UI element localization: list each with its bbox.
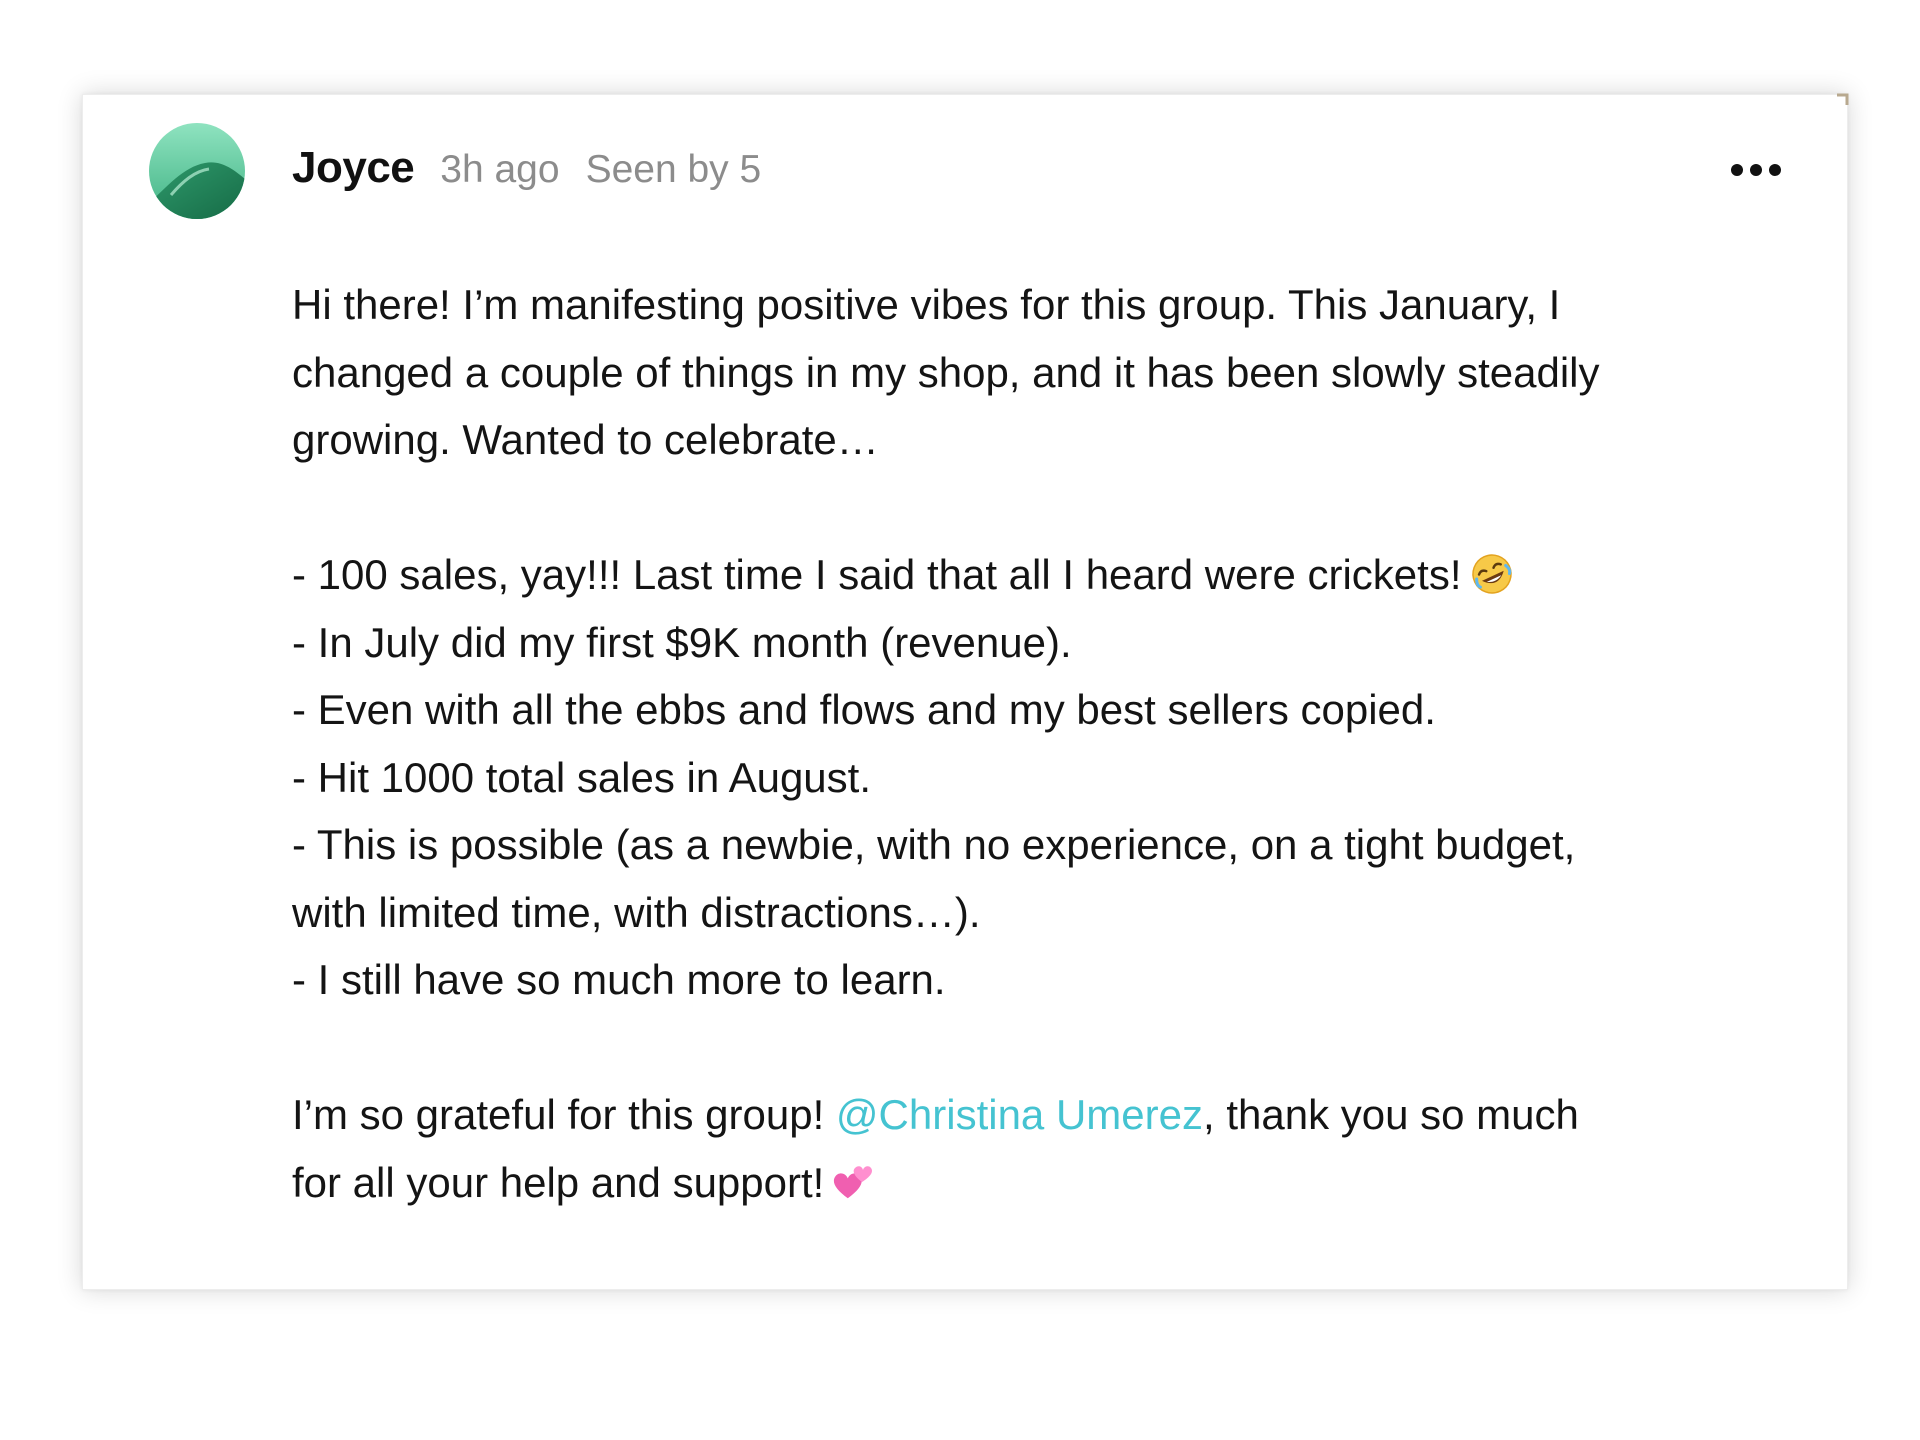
post-body: Hi there! I’m manifesting positive vibes… [292, 271, 1812, 1216]
more-options-button[interactable] [1729, 155, 1783, 185]
avatar[interactable] [149, 123, 245, 219]
two-hearts-emoji-icon [834, 1165, 873, 1198]
rolling-on-floor-laughing-emoji-icon [1471, 554, 1512, 594]
list-item: - 100 sales, yay!!! Last time I said tha… [292, 541, 1812, 609]
closing-line: for all your help and support! [292, 1149, 1812, 1217]
list-item: - Hit 1000 total sales in August. [292, 753, 871, 801]
closing-line: I’m so grateful for this group! @Christi… [292, 1081, 1812, 1149]
seen-by-count[interactable]: Seen by 5 [586, 148, 762, 192]
resize-handle-icon[interactable] [1827, 93, 1849, 115]
list-item: - Even with all the ebbs and flows and m… [292, 686, 1436, 733]
list-item-text: - 100 sales, yay!!! Last time I said tha… [292, 551, 1462, 598]
list-item: - I still have so much more to learn. [292, 956, 946, 1003]
closing-text: I’m so grateful for this group! [292, 1091, 836, 1138]
post-text-line: changed a couple of things in my shop, a… [292, 348, 1600, 396]
post-header: Joyce 3h ago Seen by 5 [292, 143, 761, 201]
author-name[interactable]: Joyce [292, 143, 415, 193]
post-text-line: Hi there! I’m manifesting positive vibes… [292, 281, 1561, 328]
post-timestamp: 3h ago [440, 148, 560, 191]
user-mention-link[interactable]: @Christina Umerez [836, 1091, 1203, 1138]
more-horizontal-icon [1731, 164, 1781, 176]
list-item: - This is possible (as a newbie, with no… [292, 821, 1576, 868]
closing-text: , thank you so much [1202, 1091, 1579, 1138]
post-card: Joyce 3h ago Seen by 5 Hi there! I’m man… [82, 93, 1849, 1290]
closing-text: for all your help and support! [292, 1158, 825, 1206]
post-text-line: growing. Wanted to celebrate… [292, 416, 879, 463]
list-item: - In July did my first $9K month (revenu… [292, 618, 1072, 666]
list-item-continuation: with limited time, with distractions…). [292, 888, 981, 936]
